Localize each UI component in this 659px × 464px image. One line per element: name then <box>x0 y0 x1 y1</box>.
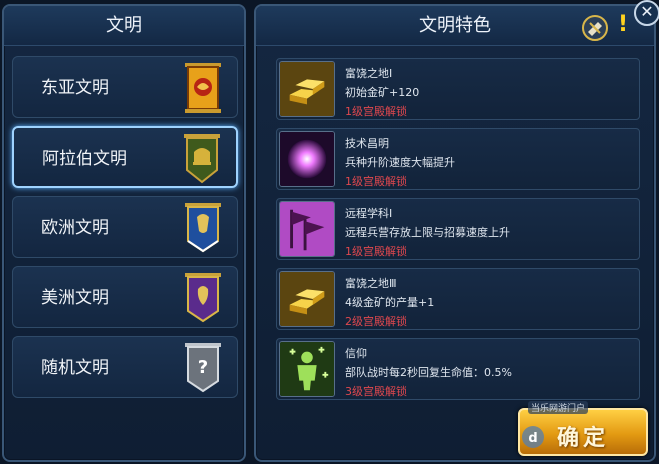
feature-name: 远程学科Ⅰ <box>345 207 393 220</box>
feature-name: 信仰 <box>345 347 367 360</box>
civilization-panel-title: 文明 <box>4 6 244 46</box>
feature-name: 富饶之地Ⅰ <box>345 67 393 80</box>
america-banner-icon <box>185 273 221 323</box>
feature-item: 富饶之地Ⅰ 初始金矿+120 1级宫殿解锁 <box>276 58 640 120</box>
civ-item-label: 东亚文明 <box>41 78 109 98</box>
civ-item-america[interactable]: 美洲文明 <box>12 266 238 328</box>
feature-item: 富饶之地Ⅲ 4级金矿的产量+1 2级宫殿解锁 <box>276 268 640 330</box>
civ-item-label: 阿拉伯文明 <box>42 149 127 169</box>
close-button[interactable]: ✕ <box>634 0 659 26</box>
watermark-text: 当乐网游门户 <box>528 401 589 414</box>
civ-item-europe[interactable]: 欧洲文明 <box>12 196 238 258</box>
arabia-banner-icon <box>184 134 220 184</box>
feature-item: 远程学科Ⅰ 远程兵营存放上限与招募速度上升 1级宫殿解锁 <box>276 198 640 260</box>
civ-item-label: 美洲文明 <box>41 288 109 308</box>
svg-text:d: d <box>528 431 537 446</box>
feature-description: 部队战时每2秒回复生命值：0.5% <box>345 366 512 379</box>
europe-banner-icon <box>185 203 221 253</box>
civ-item-label: 随机文明 <box>41 358 109 378</box>
random-banner-icon: ? <box>185 343 221 393</box>
settings-badge-icon[interactable] <box>580 14 610 42</box>
feature-unlock-requirement: 1级宫殿解锁 <box>345 245 407 258</box>
feature-name: 技术昌明 <box>345 137 389 150</box>
feature-description: 初始金矿+120 <box>345 86 420 99</box>
feature-description: 远程兵营存放上限与招募速度上升 <box>345 226 510 239</box>
civ-item-east-asia[interactable]: 东亚文明 <box>12 56 238 118</box>
svg-text:?: ? <box>198 357 208 378</box>
gold-bars-icon <box>279 271 335 327</box>
feature-description: 兵种升阶速度大幅提升 <box>345 156 455 169</box>
feature-unlock-requirement: 3级宫殿解锁 <box>345 385 407 398</box>
feature-item: 信仰 部队战时每2秒回复生命值：0.5% 3级宫殿解锁 <box>276 338 640 400</box>
feature-unlock-requirement: 1级宫殿解锁 <box>345 175 407 188</box>
features-list: 富饶之地Ⅰ 初始金矿+120 1级宫殿解锁 技术昌明 兵种升阶速度大幅提升 1级… <box>276 58 640 408</box>
healing-figure-icon <box>279 341 335 397</box>
energy-orb-icon <box>279 131 335 187</box>
gold-bars-icon <box>279 61 335 117</box>
feature-unlock-requirement: 2级宫殿解锁 <box>345 315 407 328</box>
civilization-panel: 文明 东亚文明 阿拉伯文明 欧洲文明 美洲文明 随机文明 ? <box>2 4 246 462</box>
watermark-logo-icon: d <box>522 426 544 448</box>
civilization-list: 东亚文明 阿拉伯文明 欧洲文明 美洲文明 随机文明 ? <box>12 56 238 406</box>
feature-name: 富饶之地Ⅲ <box>345 277 397 290</box>
feature-description: 4级金矿的产量+1 <box>345 296 435 309</box>
flags-icon <box>279 201 335 257</box>
east-asia-banner-icon <box>185 63 221 113</box>
civ-item-label: 欧洲文明 <box>41 218 109 238</box>
alert-icon[interactable]: ! <box>618 12 628 37</box>
feature-item: 技术昌明 兵种升阶速度大幅提升 1级宫殿解锁 <box>276 128 640 190</box>
civ-item-random[interactable]: 随机文明 ? <box>12 336 238 398</box>
civ-item-arabia[interactable]: 阿拉伯文明 <box>12 126 238 188</box>
feature-unlock-requirement: 1级宫殿解锁 <box>345 105 407 118</box>
civilization-features-panel: 文明特色 ! 富饶之地Ⅰ 初始金矿+120 1级宫殿解锁 技术昌明 兵种升阶速度… <box>254 4 656 462</box>
